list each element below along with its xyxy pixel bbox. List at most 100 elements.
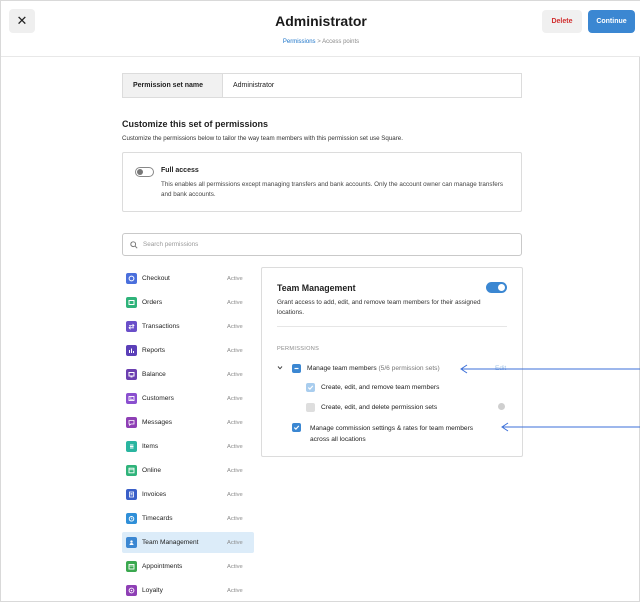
sidebar-item-label: Balance	[142, 371, 166, 378]
commission-label: Manage commission settings & rates for t…	[310, 423, 473, 445]
sidebar-item-label: Appointments	[142, 563, 183, 570]
status-text: Active	[227, 347, 243, 354]
search-icon	[130, 240, 138, 249]
status-text: Active	[227, 371, 243, 378]
status-text: Active	[227, 275, 243, 282]
sidebar-item-label: Team Management	[142, 539, 199, 546]
sidebar-item-timecards[interactable]: Timecards Active	[122, 508, 254, 529]
manage-team-members-text: Manage team members	[307, 365, 377, 372]
permission-category-list: Checkout Active Orders Active Transactions Ac…	[122, 268, 254, 602]
commission-label-line1: Manage commission settings & rates for t…	[310, 425, 474, 432]
header-bar: ✕ Administrator Permissions > Access poi…	[1, 1, 640, 57]
status-text: Active	[227, 563, 243, 570]
toggle-knob	[498, 284, 505, 291]
customers-icon	[126, 393, 137, 404]
create-edit-remove-label: Create, edit, and remove team members	[321, 384, 440, 391]
loyalty-icon	[126, 585, 137, 596]
status-text: Active	[227, 515, 243, 522]
permission-set-name-label: Permission set name	[123, 74, 223, 97]
sidebar-item-label: Invoices	[142, 491, 167, 498]
full-access-title: Full access	[161, 167, 199, 174]
permission-sets-checkbox[interactable]	[306, 403, 315, 412]
orders-icon	[126, 297, 137, 308]
checkout-icon	[126, 273, 137, 284]
sidebar-item-loyalty[interactable]: Loyalty Active	[122, 580, 254, 601]
status-text: Active	[227, 491, 243, 498]
sidebar-item-label: Timecards	[142, 515, 173, 522]
edit-link[interactable]: Edit	[495, 365, 506, 372]
divider	[277, 326, 507, 327]
sidebar-item-checkout[interactable]: Checkout Active	[122, 268, 254, 289]
sidebar-item-online[interactable]: Online Active	[122, 460, 254, 481]
sidebar-item-appointments[interactable]: Appointments Active	[122, 556, 254, 577]
commission-checkbox[interactable]	[292, 423, 301, 432]
online-icon	[126, 465, 137, 476]
full-access-toggle[interactable]	[135, 167, 154, 177]
sidebar-item-label: Reports	[142, 347, 166, 354]
status-text: Active	[227, 323, 243, 330]
permission-sets-label: Create, edit, and delete permission sets	[321, 404, 438, 411]
minus-icon	[294, 367, 299, 370]
breadcrumb-permissions[interactable]: Permissions	[283, 39, 316, 45]
sidebar-item-label: Loyalty	[142, 587, 163, 594]
customize-subtitle: Customize the permissions below to tailo…	[122, 135, 403, 142]
team-management-panel: Team Management Grant access to add, edi…	[261, 267, 523, 457]
check-icon	[307, 385, 314, 390]
panel-title: Team Management	[277, 283, 356, 293]
panel-description: Grant access to add, edit, and remove te…	[277, 299, 481, 316]
customize-title: Customize this set of permissions	[122, 119, 269, 129]
permission-set-name-input[interactable]: Administrator	[223, 74, 521, 97]
chevron-down-icon[interactable]	[277, 364, 283, 372]
breadcrumb: Permissions > Access points	[1, 39, 640, 45]
manage-team-members-label: Manage team members (5/6 permission sets…	[307, 365, 440, 372]
status-text: Active	[227, 395, 243, 402]
breadcrumb-separator: >	[317, 39, 321, 45]
transactions-icon	[126, 321, 137, 332]
items-icon	[126, 441, 137, 452]
continue-button[interactable]: Continue	[588, 10, 635, 33]
messages-icon	[126, 417, 137, 428]
info-icon[interactable]	[498, 403, 505, 410]
delete-button[interactable]: Delete	[542, 10, 582, 33]
permission-set-name-field: Permission set name Administrator	[122, 73, 522, 98]
reports-icon	[126, 345, 137, 356]
appointments-icon	[126, 561, 137, 572]
team-management-toggle[interactable]	[486, 282, 507, 293]
timecards-icon	[126, 513, 137, 524]
sidebar-item-customers[interactable]: Customers Active	[122, 388, 254, 409]
sidebar-item-label: Orders	[142, 299, 163, 306]
toggle-knob	[137, 169, 143, 175]
status-text: Active	[227, 539, 243, 546]
status-text: Active	[227, 419, 243, 426]
breadcrumb-access-points[interactable]: Access points	[322, 39, 359, 45]
sidebar-item-invoices[interactable]: Invoices Active	[122, 484, 254, 505]
invoices-icon	[126, 489, 137, 500]
full-access-card: Full access This enables all permissions…	[122, 152, 522, 212]
sidebar-item-label: Customers	[142, 395, 174, 402]
manage-team-members-checkbox[interactable]	[292, 364, 301, 373]
permission-count: (5/6 permission sets)	[378, 365, 440, 372]
sidebar-item-items[interactable]: Items Active	[122, 436, 254, 457]
status-text: Active	[227, 443, 243, 450]
full-access-description: This enables all permissions except mana…	[161, 181, 503, 198]
sidebar-item-label: Online	[142, 467, 162, 474]
create-edit-remove-checkbox[interactable]	[306, 383, 315, 392]
search-input[interactable]	[143, 241, 503, 248]
sidebar-item-reports[interactable]: Reports Active	[122, 340, 254, 361]
team-management-icon	[126, 537, 137, 548]
commission-label-line2: across all locations	[310, 436, 366, 443]
status-text: Active	[227, 299, 243, 306]
sidebar-item-label: Checkout	[142, 275, 170, 282]
sidebar-item-orders[interactable]: Orders Active	[122, 292, 254, 313]
sidebar-item-messages[interactable]: Messages Active	[122, 412, 254, 433]
sidebar-item-label: Items	[142, 443, 159, 450]
app-frame: ✕ Administrator Permissions > Access poi…	[0, 0, 640, 602]
sidebar-item-balance[interactable]: Balance Active	[122, 364, 254, 385]
search-box	[122, 233, 522, 256]
sidebar-item-label: Transactions	[142, 323, 180, 330]
sidebar-item-label: Messages	[142, 419, 173, 426]
check-icon	[293, 425, 300, 430]
sidebar-item-team-management[interactable]: Team Management Active	[122, 532, 254, 553]
balance-icon	[126, 369, 137, 380]
sidebar-item-transactions[interactable]: Transactions Active	[122, 316, 254, 337]
